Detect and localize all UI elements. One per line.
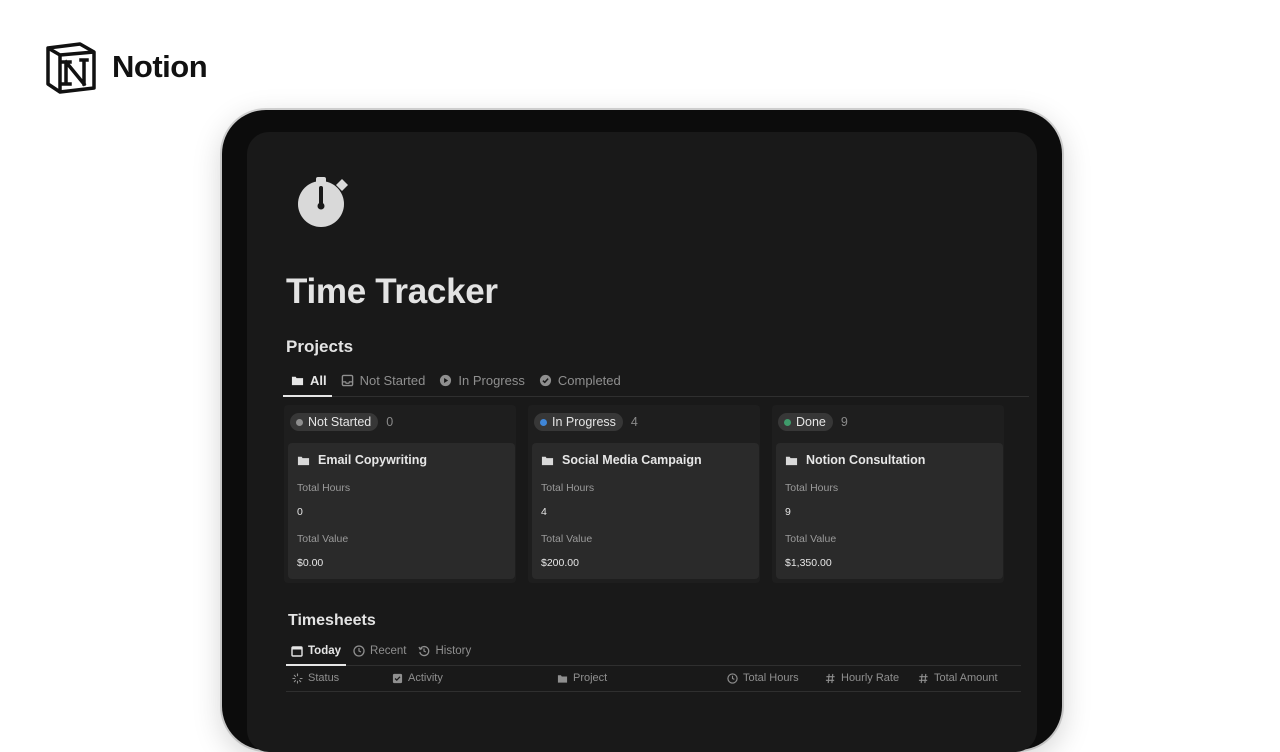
column-header-project[interactable]: Project — [557, 672, 607, 684]
tablet-frame: Time Tracker Projects All Not Started In… — [222, 110, 1062, 752]
notion-page: Time Tracker Projects All Not Started In… — [247, 132, 1037, 752]
brand: Notion — [42, 38, 208, 96]
board-column-done: Done 9 Notion Consultation Total Hours 9… — [772, 405, 1004, 583]
column-header-activity[interactable]: Activity — [392, 672, 443, 684]
timesheets-heading: Timesheets — [288, 612, 376, 629]
folder-icon — [541, 456, 554, 465]
tab-in-progress[interactable]: In Progress — [432, 366, 531, 394]
calendar-icon — [291, 646, 303, 657]
history-icon — [418, 645, 430, 657]
total-value-value: $1,350.00 — [785, 557, 832, 569]
tab-today[interactable]: Today — [285, 637, 347, 665]
column-header-status[interactable]: Status — [292, 672, 339, 684]
total-value-value: $0.00 — [297, 557, 324, 569]
clock-icon — [353, 645, 365, 657]
column-count: 0 — [386, 415, 394, 429]
column-count: 4 — [630, 415, 638, 429]
active-tab-indicator — [286, 664, 346, 666]
total-value-label: Total Value — [785, 533, 837, 545]
brand-name: Notion — [112, 49, 208, 84]
checkbox-icon — [392, 673, 403, 683]
card-title: Email Copywriting — [297, 453, 506, 467]
tab-all[interactable]: All — [284, 366, 334, 394]
timesheets-table-header: Status Activity Project Total Hours Hour… — [286, 667, 1021, 691]
active-tab-indicator — [283, 395, 332, 397]
projects-board: Not Started 0 Email Copywriting Total Ho… — [284, 405, 1004, 583]
tab-label: All — [310, 372, 327, 388]
tab-recent[interactable]: Recent — [347, 637, 412, 665]
total-value-value: $200.00 — [541, 557, 579, 569]
card-title: Notion Consultation — [785, 453, 994, 467]
status-badge: In Progress — [534, 413, 623, 431]
column-header: Done 9 — [776, 409, 1000, 435]
total-hours-label: Total Hours — [297, 482, 351, 494]
tab-completed[interactable]: Completed — [532, 366, 628, 394]
projects-view-tabs: All Not Started In Progress Completed — [284, 366, 628, 394]
project-card[interactable]: Social Media Campaign Total Hours 4 Tota… — [532, 443, 759, 579]
divider — [286, 665, 1021, 666]
tab-history[interactable]: History — [412, 637, 477, 665]
loading-icon — [292, 672, 303, 684]
card-title: Social Media Campaign — [541, 453, 750, 467]
column-header-hourly-rate[interactable]: Hourly Rate — [825, 672, 899, 684]
timesheets-view-tabs: Today Recent History — [285, 637, 477, 665]
tab-label: Completed — [557, 372, 621, 388]
tab-label: History — [435, 645, 472, 657]
status-badge: Done — [778, 413, 833, 431]
tab-label: Not Started — [359, 372, 426, 388]
stopwatch-icon — [298, 177, 348, 227]
column-count: 9 — [840, 415, 848, 429]
total-hours-value: 0 — [297, 506, 303, 518]
column-header: In Progress 4 — [532, 409, 756, 435]
folder-icon — [297, 456, 310, 465]
tab-label: Recent — [370, 645, 407, 657]
total-value-label: Total Value — [297, 533, 349, 545]
board-column-in-progress: In Progress 4 Social Media Campaign Tota… — [528, 405, 760, 583]
page-title: Time Tracker — [286, 272, 498, 311]
hash-icon — [825, 673, 835, 683]
project-card[interactable]: Email Copywriting Total Hours 0 Total Va… — [288, 443, 515, 579]
inbox-icon — [341, 374, 353, 386]
total-value-label: Total Value — [541, 533, 593, 545]
column-header-total-hours[interactable]: Total Hours — [727, 672, 799, 684]
total-hours-label: Total Hours — [785, 482, 839, 494]
status-dot — [540, 418, 547, 426]
play-circle-icon — [440, 374, 452, 386]
status-badge: Not Started — [290, 413, 379, 431]
hash-icon — [918, 673, 928, 683]
total-hours-label: Total Hours — [541, 482, 595, 494]
total-hours-value: 4 — [541, 506, 547, 518]
tab-not-started[interactable]: Not Started — [334, 366, 433, 394]
folder-icon — [557, 674, 568, 683]
clock-icon — [727, 672, 738, 684]
column-header-total-amount[interactable]: Total Amount — [918, 672, 998, 684]
status-dot — [296, 418, 303, 426]
notion-logo-icon — [46, 42, 96, 94]
folder-icon — [785, 456, 798, 465]
board-column-not-started: Not Started 0 Email Copywriting Total Ho… — [284, 405, 516, 583]
tab-label: In Progress — [458, 372, 525, 388]
folder-icon — [291, 376, 304, 385]
projects-heading: Projects — [286, 337, 354, 356]
total-hours-value: 9 — [785, 506, 791, 518]
tab-label: Today — [308, 645, 342, 657]
status-dot — [784, 418, 791, 426]
divider — [283, 396, 1029, 397]
column-header: Not Started 0 — [288, 409, 512, 435]
check-circle-icon — [539, 374, 551, 386]
project-card[interactable]: Notion Consultation Total Hours 9 Total … — [776, 443, 1003, 579]
divider — [286, 691, 1021, 692]
